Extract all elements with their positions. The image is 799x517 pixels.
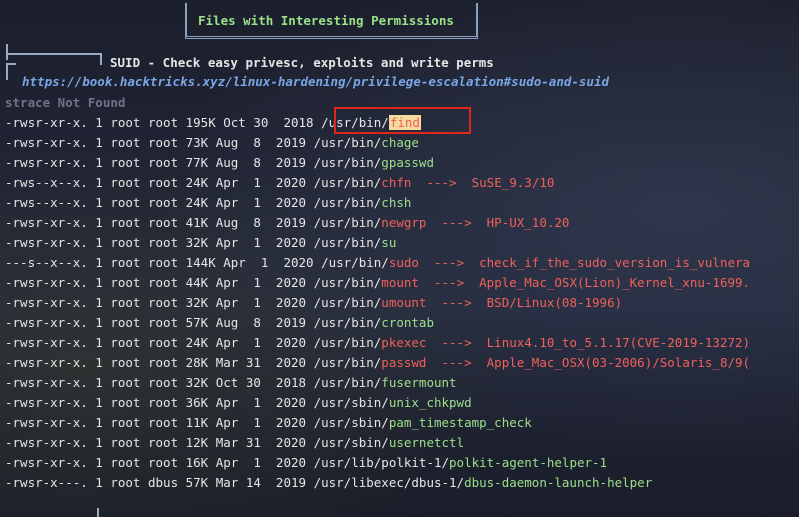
file-meta: -rwsr-xr-x. 1 root root 16K Apr 1 2020 xyxy=(5,455,314,470)
file-binary-name: newgrp xyxy=(381,215,427,230)
exploit-hint: ---> HP-UX_10.20 xyxy=(426,215,570,230)
file-dir: /usr/bin/ xyxy=(313,135,382,150)
subsection-title: SUID - Check easy privesc, exploits and … xyxy=(110,55,494,70)
file-dir: /usr/lib/polkit-1/ xyxy=(313,455,450,470)
exploit-hint: ---> BSD/Linux(08-1996) xyxy=(426,295,623,310)
file-binary-name: chage xyxy=(381,135,419,150)
file-dir: /usr/bin/ xyxy=(313,195,382,210)
file-binary-name: sudo xyxy=(388,255,419,270)
file-row: -rwsr-xr-x. 1 root root 77K Aug 8 2019 /… xyxy=(5,153,750,173)
file-dir: /usr/sbin/ xyxy=(313,415,389,430)
file-binary-name: mount xyxy=(381,275,419,290)
file-dir: /usr/bin/ xyxy=(313,175,382,190)
file-binary-name: su xyxy=(381,235,397,250)
file-meta: -rwsr-xr-x. 1 root root 28K Mar 31 2020 xyxy=(5,355,314,370)
file-meta: -rwsr-xr-x. 1 root root 41K Aug 8 2019 xyxy=(5,215,314,230)
file-meta: -rwsr-xr-x. 1 root root 32K Apr 1 2020 xyxy=(5,295,314,310)
file-meta: -rwsr-xr-x. 1 root root 32K Oct 30 2018 xyxy=(5,375,314,390)
file-meta: -rws--x--x. 1 root root 24K Apr 1 2020 xyxy=(5,175,314,190)
file-binary-name: unix_chkpwd xyxy=(388,395,472,410)
file-dir: /usr/bin/ xyxy=(313,275,382,290)
file-binary-name: chsh xyxy=(381,195,412,210)
file-binary-name: polkit-agent-helper-1 xyxy=(449,455,608,470)
strace-note: strace Not Found xyxy=(5,95,126,110)
exploit-hint: ---> Apple_Mac_OSX(03-2006)/Solaris_8/9( xyxy=(426,355,751,370)
file-dir: /usr/bin/ xyxy=(313,315,382,330)
file-binary-name: pam_timestamp_check xyxy=(388,415,532,430)
exploit-hint: ---> Apple_Mac_OSX(Lion)_Kernel_xnu-1699… xyxy=(418,275,751,290)
file-dir: /usr/bin/ xyxy=(313,375,382,390)
suid-file-list: -rwsr-xr-x. 1 root root 195K Oct 30 2018… xyxy=(5,113,750,493)
file-dir: /usr/sbin/ xyxy=(313,435,389,450)
subsection-frame xyxy=(8,53,102,65)
exploit-hint: ---> SuSE_9.3/10 xyxy=(411,175,555,190)
file-binary-name: dbus-daemon-launch-helper xyxy=(464,475,653,490)
file-meta: -rwsr-xr-x. 1 root root 24K Apr 1 2020 xyxy=(5,335,314,350)
file-binary-name: chfn xyxy=(381,175,412,190)
file-meta: -rwsr-xr-x. 1 root root 12K Mar 31 2020 xyxy=(5,435,314,450)
file-binary-name: crontab xyxy=(381,315,434,330)
file-dir: /usr/bin/ xyxy=(313,295,382,310)
file-row: -rwsr-xr-x. 1 root root 57K Aug 8 2019 /… xyxy=(5,313,750,333)
file-dir: /usr/sbin/ xyxy=(313,395,389,410)
file-dir: /usr/bin/ xyxy=(313,355,382,370)
file-row: -rwsr-xr-x. 1 root root 73K Aug 8 2019 /… xyxy=(5,133,750,153)
file-dir: /usr/bin/ xyxy=(313,335,382,350)
file-meta: -rwsr-xr-x. 1 root root 77K Aug 8 2019 xyxy=(5,155,314,170)
file-row: -rwsr-xr-x. 1 root root 36K Apr 1 2020 /… xyxy=(5,393,750,413)
subsection-frame-corner xyxy=(6,63,16,80)
exploit-hint: ---> Linux4.10_to_5.1.17(CVE-2019-13272) xyxy=(426,335,751,350)
section-header-title: Files with Interesting Permissions xyxy=(198,13,454,28)
file-meta: -rwsr-xr-x. 1 root root 44K Apr 1 2020 xyxy=(5,275,314,290)
file-row: -rws--x--x. 1 root root 24K Apr 1 2020 /… xyxy=(5,173,750,193)
file-meta: -rws--x--x. 1 root root 24K Apr 1 2020 xyxy=(5,195,314,210)
file-row: -rwsr-x---. 1 root dbus 57K Mar 14 2019 … xyxy=(5,473,750,493)
file-binary-name: passwd xyxy=(381,355,427,370)
file-row: -rwsr-xr-x. 1 root root 32K Apr 1 2020 /… xyxy=(5,233,750,253)
file-row: ---s--x--x. 1 root root 144K Apr 1 2020 … xyxy=(5,253,750,273)
file-row: -rwsr-xr-x. 1 root root 32K Oct 30 2018 … xyxy=(5,373,750,393)
file-meta: -rwsr-xr-x. 1 root root 57K Aug 8 2019 xyxy=(5,315,314,330)
file-row: -rwsr-xr-x. 1 root root 28K Mar 31 2020 … xyxy=(5,353,750,373)
file-meta: -rwsr-xr-x. 1 root root 73K Aug 8 2019 xyxy=(5,135,314,150)
file-row: -rwsr-xr-x. 1 root root 32K Apr 1 2020 /… xyxy=(5,293,750,313)
file-dir: /usr/bin/ xyxy=(313,155,382,170)
file-binary-name: pkexec xyxy=(381,335,427,350)
file-meta: -rwsr-xr-x. 1 root root 11K Apr 1 2020 xyxy=(5,415,314,430)
file-dir: /usr/bin/ xyxy=(321,255,389,270)
file-row: -rwsr-xr-x. 1 root root 24K Apr 1 2020 /… xyxy=(5,333,750,353)
file-row: -rwsr-xr-x. 1 root root 16K Apr 1 2020 /… xyxy=(5,453,750,473)
file-meta: -rwsr-xr-x. 1 root root 36K Apr 1 2020 xyxy=(5,395,314,410)
find-highlight-annotation xyxy=(334,107,471,134)
file-meta: ---s--x--x. 1 root root 144K Apr 1 2020 xyxy=(5,255,322,270)
reference-link[interactable]: https://book.hacktricks.xyz/linux-harden… xyxy=(22,74,609,89)
file-row: -rwsr-xr-x. 1 root root 12K Mar 31 2020 … xyxy=(5,433,750,453)
file-row: -rws--x--x. 1 root root 24K Apr 1 2020 /… xyxy=(5,193,750,213)
file-meta: -rwsr-xr-x. 1 root root 32K Apr 1 2020 xyxy=(5,235,314,250)
file-meta: -rwsr-x---. 1 root dbus 57K Mar 14 2019 xyxy=(5,475,314,490)
file-row: -rwsr-xr-x. 1 root root 11K Apr 1 2020 /… xyxy=(5,413,750,433)
file-row: -rwsr-xr-x. 1 root root 44K Apr 1 2020 /… xyxy=(5,273,750,293)
file-binary-name: usernetctl xyxy=(388,435,465,450)
file-binary-name: umount xyxy=(381,295,427,310)
file-binary-name: gpasswd xyxy=(381,155,434,170)
file-meta: -rwsr-xr-x. 1 root root 195K Oct 30 2018 xyxy=(5,115,322,130)
exploit-hint: ---> check_if_the_sudo_version_is_vulner… xyxy=(418,255,751,270)
file-dir: /usr/libexec/dbus-1/ xyxy=(313,475,465,490)
file-dir: /usr/bin/ xyxy=(313,215,382,230)
file-row: -rwsr-xr-x. 1 root root 41K Aug 8 2019 /… xyxy=(5,213,750,233)
file-binary-name: fusermount xyxy=(381,375,457,390)
box-drawing-rule-bottom xyxy=(97,508,99,517)
file-dir: /usr/bin/ xyxy=(313,235,382,250)
